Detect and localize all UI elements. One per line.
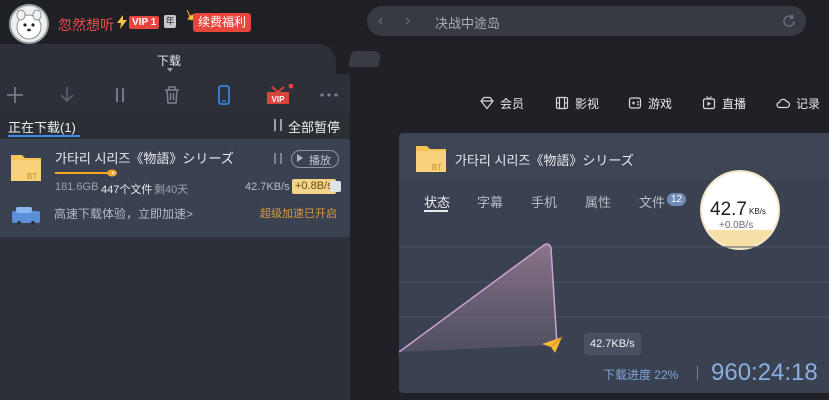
current-speed-value: 42.7 xyxy=(710,199,747,220)
username[interactable]: 忽然想听 xyxy=(58,15,114,35)
refresh-icon[interactable] xyxy=(781,13,797,29)
bt-folder-icon: BT xyxy=(416,146,446,172)
detail-bt-label: BT xyxy=(432,163,442,172)
task-play-label[interactable]: 播放 xyxy=(309,152,331,168)
nav-member-label: 会员 xyxy=(500,96,525,111)
nav-history-label: 记录 xyxy=(796,96,821,111)
running-tab-underline xyxy=(8,135,80,137)
rocket-icon xyxy=(107,169,117,177)
pause-icon[interactable] xyxy=(109,84,131,106)
avatar[interactable] xyxy=(9,4,49,44)
tab-properties[interactable]: 属性 xyxy=(585,192,611,211)
files-count-badge: 12 xyxy=(667,193,686,206)
add-icon[interactable] xyxy=(4,84,26,106)
super-speedup-status[interactable]: 超级加速已开启 xyxy=(260,205,337,221)
nav-history[interactable]: 记录 xyxy=(776,95,820,111)
active-tab-underline xyxy=(424,210,448,212)
diamond-icon xyxy=(480,96,494,110)
nav-games-label: 游戏 xyxy=(648,96,673,111)
task-progress-fill xyxy=(55,172,111,174)
nav-live-label: 直播 xyxy=(722,96,747,111)
task-remaining-time: 剩40天 xyxy=(154,184,189,196)
tv-icon xyxy=(702,96,716,110)
tab-new[interactable] xyxy=(348,51,382,67)
back-icon[interactable]: ‹ xyxy=(378,12,392,30)
speed-tooltip: 42.7KB/s xyxy=(584,333,641,355)
gamepad-icon xyxy=(628,97,642,109)
download-progress-label: 下载进度 22% xyxy=(603,368,679,382)
search-input-text[interactable]: 决战中途岛 xyxy=(435,13,500,32)
nav-video-label: 影视 xyxy=(575,96,600,111)
vip-gift-label: VIP xyxy=(272,95,286,104)
vip-badge[interactable]: VIP 1 xyxy=(116,15,160,29)
nav-games[interactable]: 游戏 xyxy=(628,95,672,111)
task-size: 181.6GB xyxy=(55,181,99,193)
chevron-down-icon[interactable] xyxy=(167,68,173,72)
paper-plane-icon xyxy=(542,336,563,353)
download-toolbar: VIP xyxy=(0,76,350,112)
bt-label: BT xyxy=(27,172,37,181)
tab-files[interactable]: 文件 xyxy=(639,192,665,211)
time-remaining: 960:24:18 xyxy=(711,359,818,386)
more-icon[interactable] xyxy=(318,84,340,106)
cloud-icon xyxy=(776,98,790,109)
nav-live[interactable]: 直播 xyxy=(702,95,746,111)
task-files: 447个文件 xyxy=(101,184,153,196)
tab-download-label[interactable]: 下载 xyxy=(157,52,181,69)
task-pause-icon[interactable] xyxy=(272,152,284,165)
forward-icon[interactable]: › xyxy=(405,12,419,30)
pause-all-icon[interactable] xyxy=(272,118,284,132)
vip-gift-icon[interactable]: VIP xyxy=(263,84,293,106)
current-speed-unit: KB/s xyxy=(749,207,766,216)
task-checkbox[interactable] xyxy=(330,181,341,192)
speed-area xyxy=(399,244,557,352)
bt-folder-icon: BT xyxy=(11,155,41,181)
phone-icon[interactable] xyxy=(213,84,235,106)
speedup-link[interactable]: 高速下载体验，立即加速> xyxy=(54,205,193,222)
renew-benefit-button[interactable]: 续费福利 xyxy=(193,13,252,32)
tab-subtitles[interactable]: 字幕 xyxy=(477,192,503,211)
nav-member[interactable]: 会员 xyxy=(480,95,524,111)
year-badge: 年 xyxy=(164,15,176,28)
tab-status[interactable]: 状态 xyxy=(424,192,450,211)
search-bar[interactable]: ‹ › 决战中途岛 xyxy=(367,6,806,36)
vip-level-label: VIP 1 xyxy=(129,15,160,29)
tab-phone[interactable]: 手机 xyxy=(531,192,557,211)
play-icon[interactable] xyxy=(297,154,303,162)
task-name[interactable]: 가타리 시리즈《物語》シリーズ xyxy=(55,148,234,167)
trash-icon[interactable] xyxy=(161,84,183,106)
nav-video[interactable]: 影视 xyxy=(555,95,599,111)
running-downloads-tab[interactable]: 正在下载(1) xyxy=(8,117,76,136)
divider xyxy=(697,366,698,380)
download-icon[interactable] xyxy=(56,84,78,106)
speedup-car-icon xyxy=(12,207,40,225)
film-icon xyxy=(555,96,569,110)
boost-speed-value: +0.0B/s xyxy=(719,220,754,231)
task-speed: 42.7KB/s xyxy=(245,181,290,193)
pause-all-button[interactable]: 全部暂停 xyxy=(288,117,340,136)
detail-task-name: 가타리 시리즈《物語》シリーズ xyxy=(455,153,634,168)
lightning-icon xyxy=(117,15,127,29)
